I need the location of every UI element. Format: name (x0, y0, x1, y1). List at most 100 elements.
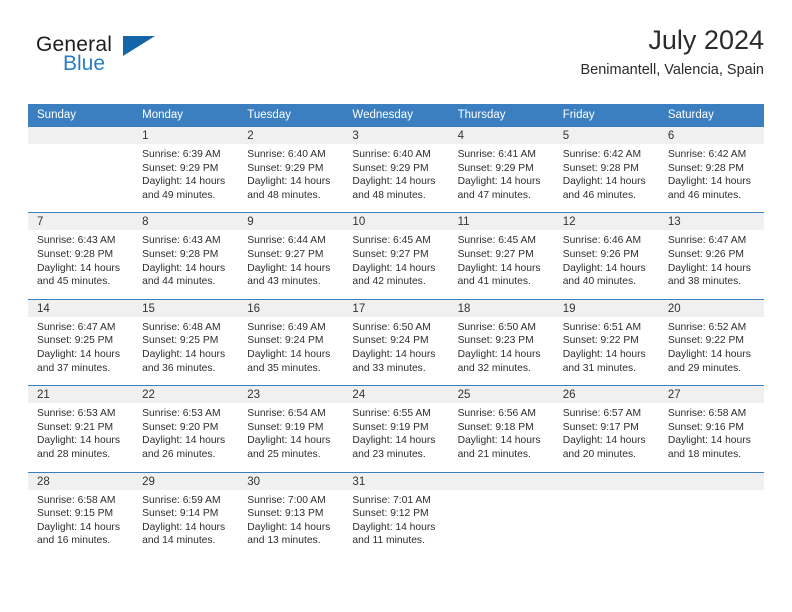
calendar-day-cell[interactable]: 10 Sunrise: 6:45 AM Sunset: 9:27 PM Dayligh… (343, 212, 449, 300)
daylight-text-line1: Daylight: 14 hours (562, 348, 646, 360)
sunset-text: Sunset: 9:28 PM (667, 162, 744, 174)
day-number: 29 (133, 472, 239, 490)
day-number (448, 472, 554, 490)
day-details: Sunrise: 6:58 AM Sunset: 9:16 PM Daylight:… (659, 403, 764, 471)
day-number (553, 472, 659, 490)
daylight-text-line1: Daylight: 14 hours (142, 262, 226, 274)
day-details: Sunrise: 7:00 AM Sunset: 9:13 PM Daylight:… (238, 490, 343, 558)
day-number: 22 (133, 386, 239, 404)
calendar-day-cell[interactable]: 21 Sunrise: 6:53 AM Sunset: 9:21 PM Dayligh… (28, 385, 134, 472)
day-details: Sunrise: 6:49 AM Sunset: 9:24 PM Daylight:… (238, 317, 343, 385)
daylight-text-line1: Daylight: 14 hours (247, 521, 331, 533)
daylight-text-line2: and 33 minutes. (352, 362, 426, 374)
day-details: Sunrise: 6:39 AM Sunset: 9:29 PM Daylight:… (133, 144, 238, 212)
sunrise-text: Sunrise: 6:40 AM (352, 149, 431, 160)
day-details: Sunrise: 6:50 AM Sunset: 9:24 PM Daylight:… (343, 317, 448, 385)
calendar-day-cell[interactable]: 29 Sunrise: 6:59 AM Sunset: 9:14 PM Dayligh… (133, 471, 239, 558)
day-number: 20 (658, 299, 764, 317)
day-number: 23 (238, 386, 344, 404)
calendar-day-cell[interactable]: 3 Sunrise: 6:40 AM Sunset: 9:29 PM Daylight… (343, 125, 449, 213)
calendar-day-cell[interactable]: 16 Sunrise: 6:49 AM Sunset: 9:24 PM Dayligh… (238, 298, 344, 386)
logo-text-blue: Blue (63, 52, 106, 75)
calendar-day-cell[interactable]: 5 Sunrise: 6:42 AM Sunset: 9:28 PM Daylight… (553, 125, 659, 213)
sunset-text: Sunset: 9:29 PM (457, 162, 534, 174)
sunset-text: Sunset: 9:20 PM (142, 421, 219, 433)
calendar-day-cell[interactable]: 14 Sunrise: 6:47 AM Sunset: 9:25 PM Dayligh… (28, 298, 134, 386)
sunrise-text: Sunrise: 6:49 AM (247, 321, 326, 333)
day-details: Sunrise: 6:40 AM Sunset: 9:29 PM Daylight:… (343, 144, 448, 212)
daylight-text-line2: and 43 minutes. (247, 276, 321, 288)
daylight-text-line2: and 18 minutes. (667, 448, 742, 460)
weekday-header-wednesday: Wednesday (343, 104, 449, 127)
calendar-day-cell[interactable]: 8 Sunrise: 6:43 AM Sunset: 9:28 PM Daylight… (133, 212, 239, 300)
day-details: Sunrise: 6:43 AM Sunset: 9:28 PM Daylight:… (133, 230, 238, 298)
calendar-day-cell[interactable]: 26 Sunrise: 6:57 AM Sunset: 9:17 PM Dayligh… (553, 385, 659, 472)
day-number: 26 (553, 386, 659, 404)
day-number: 27 (658, 386, 764, 404)
daylight-text-line2: and 26 minutes. (142, 448, 216, 460)
daylight-text-line1: Daylight: 14 hours (352, 176, 436, 188)
calendar-day-cell[interactable]: 28 Sunrise: 6:58 AM Sunset: 9:15 PM Dayligh… (28, 471, 134, 558)
sunrise-text: Sunrise: 6:50 AM (457, 321, 536, 333)
calendar-week-row: 28 Sunrise: 6:58 AM Sunset: 9:15 PM Dayligh… (28, 471, 764, 558)
sunrise-text: Sunrise: 6:52 AM (667, 321, 747, 333)
day-details: Sunrise: 6:51 AM Sunset: 9:22 PM Daylight:… (554, 317, 659, 385)
day-number: 16 (238, 299, 344, 317)
sunset-text: Sunset: 9:28 PM (37, 248, 114, 260)
weekday-header-friday: Friday (553, 104, 659, 127)
calendar-day-cell[interactable]: 17 Sunrise: 6:50 AM Sunset: 9:24 PM Dayligh… (343, 298, 449, 386)
daylight-text-line2: and 48 minutes. (247, 189, 321, 201)
calendar-day-cell[interactable]: 7 Sunrise: 6:43 AM Sunset: 9:28 PM Daylight… (28, 212, 134, 300)
sunrise-text: Sunrise: 6:47 AM (37, 321, 116, 333)
day-details: Sunrise: 6:45 AM Sunset: 9:27 PM Daylight:… (449, 230, 554, 298)
daylight-text-line1: Daylight: 14 hours (352, 521, 436, 533)
day-number: 7 (28, 213, 134, 231)
sunrise-text: Sunrise: 6:56 AM (457, 408, 536, 420)
sunrise-text: Sunrise: 6:42 AM (667, 149, 747, 160)
calendar-day-cell[interactable]: 1 Sunrise: 6:39 AM Sunset: 9:29 PM Daylight… (133, 125, 239, 213)
sunset-text: Sunset: 9:14 PM (142, 508, 219, 520)
calendar-day-cell[interactable]: 4 Sunrise: 6:41 AM Sunset: 9:29 PM Daylight… (448, 125, 554, 213)
weekday-header-monday: Monday (133, 104, 239, 127)
daylight-text-line1: Daylight: 14 hours (667, 435, 751, 447)
calendar-day-cell[interactable]: 13 Sunrise: 6:47 AM Sunset: 9:26 PM Dayligh… (658, 212, 764, 300)
weekday-header-sunday: Sunday (28, 104, 134, 127)
calendar-day-cell[interactable]: 24 Sunrise: 6:55 AM Sunset: 9:19 PM Dayligh… (343, 385, 449, 472)
sunrise-text: Sunrise: 6:41 AM (457, 149, 536, 160)
calendar-day-cell[interactable]: 6 Sunrise: 6:42 AM Sunset: 9:28 PM Daylight… (658, 125, 764, 213)
weekday-header-saturday: Saturday (658, 104, 764, 127)
day-details: Sunrise: 6:40 AM Sunset: 9:29 PM Daylight:… (238, 144, 343, 212)
sunset-text: Sunset: 9:29 PM (142, 162, 219, 174)
calendar-day-cell[interactable]: 23 Sunrise: 6:54 AM Sunset: 9:19 PM Dayligh… (238, 385, 344, 472)
daylight-text-line1: Daylight: 14 hours (37, 262, 120, 274)
daylight-text-line2: and 29 minutes. (667, 362, 742, 374)
calendar-day-cell[interactable]: 20 Sunrise: 6:52 AM Sunset: 9:22 PM Dayligh… (658, 298, 764, 386)
sunset-text: Sunset: 9:12 PM (352, 508, 429, 520)
day-number: 9 (238, 213, 344, 231)
sunset-text: Sunset: 9:25 PM (142, 335, 219, 347)
daylight-text-line2: and 14 minutes. (142, 535, 216, 547)
daylight-text-line2: and 21 minutes. (457, 448, 531, 460)
sunrise-text: Sunrise: 6:57 AM (562, 408, 642, 420)
general-blue-logo[interactable]: General Blue (36, 34, 186, 86)
sunset-text: Sunset: 9:28 PM (142, 248, 219, 260)
daylight-text-line1: Daylight: 14 hours (562, 262, 646, 274)
calendar-day-cell[interactable]: 11 Sunrise: 6:45 AM Sunset: 9:27 PM Dayligh… (448, 212, 554, 300)
calendar-day-cell[interactable]: 18 Sunrise: 6:50 AM Sunset: 9:23 PM Dayligh… (448, 298, 554, 386)
calendar-day-cell[interactable]: 31 Sunrise: 7:01 AM Sunset: 9:12 PM Dayligh… (343, 471, 449, 558)
calendar-day-cell[interactable]: 22 Sunrise: 6:53 AM Sunset: 9:20 PM Dayligh… (133, 385, 239, 472)
calendar-day-cell[interactable]: 12 Sunrise: 6:46 AM Sunset: 9:26 PM Dayligh… (553, 212, 659, 300)
calendar-day-cell[interactable]: 27 Sunrise: 6:58 AM Sunset: 9:16 PM Dayligh… (658, 385, 764, 472)
daylight-text-line2: and 40 minutes. (562, 276, 636, 288)
calendar-day-cell[interactable]: 25 Sunrise: 6:56 AM Sunset: 9:18 PM Dayligh… (448, 385, 554, 472)
daylight-text-line2: and 11 minutes. (352, 535, 425, 547)
calendar-day-cell[interactable]: 15 Sunrise: 6:48 AM Sunset: 9:25 PM Dayligh… (133, 298, 239, 386)
calendar-day-cell[interactable]: 30 Sunrise: 7:00 AM Sunset: 9:13 PM Dayligh… (238, 471, 344, 558)
day-details: Sunrise: 6:57 AM Sunset: 9:17 PM Daylight:… (554, 403, 659, 471)
calendar-day-cell[interactable]: 19 Sunrise: 6:51 AM Sunset: 9:22 PM Dayligh… (553, 298, 659, 386)
calendar-day-cell[interactable]: 9 Sunrise: 6:44 AM Sunset: 9:27 PM Daylight… (238, 212, 344, 300)
day-details: Sunrise: 6:43 AM Sunset: 9:28 PM Daylight:… (28, 230, 133, 298)
sunset-text: Sunset: 9:23 PM (457, 335, 534, 347)
calendar-empty-cell (658, 471, 764, 558)
calendar-day-cell[interactable]: 2 Sunrise: 6:40 AM Sunset: 9:29 PM Daylight… (238, 125, 344, 213)
